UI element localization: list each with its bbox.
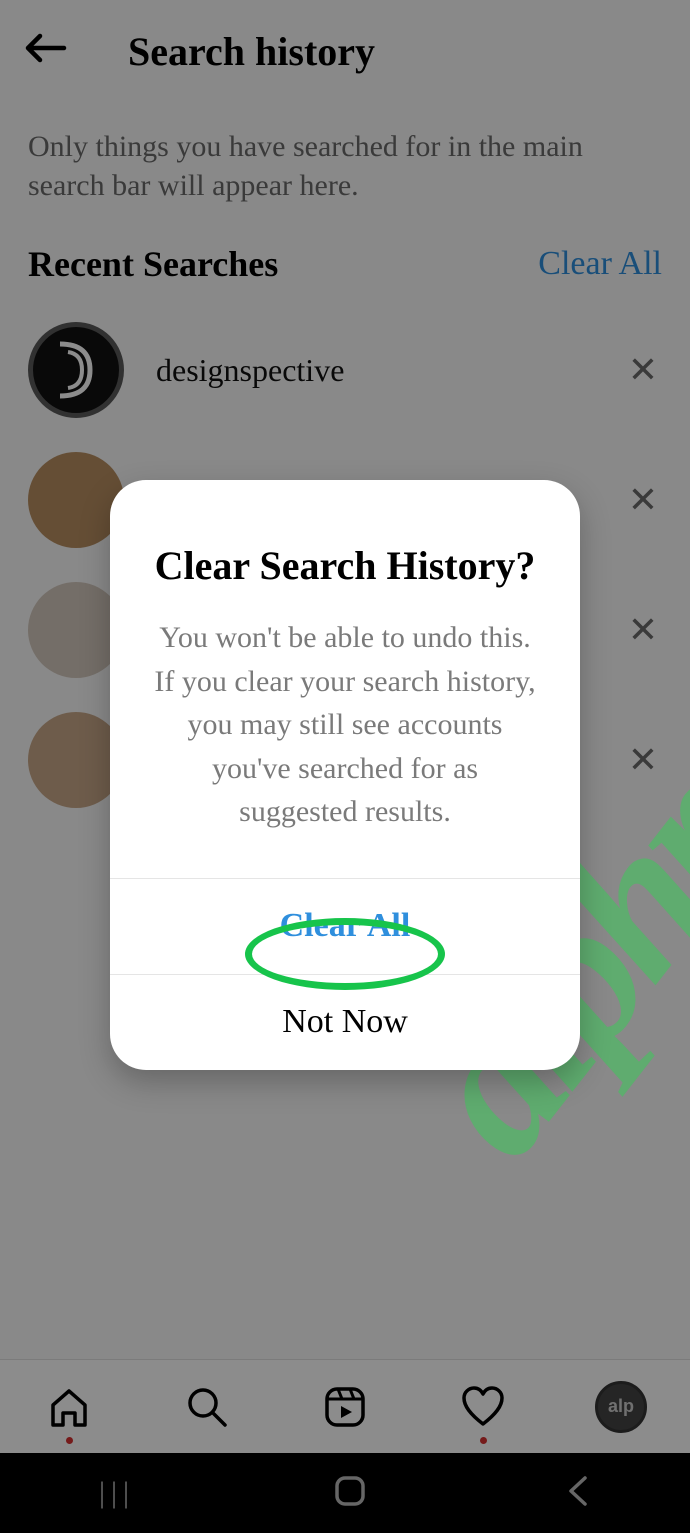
dialog-body: You won't be able to undo this. If you c…: [110, 616, 580, 878]
dialog-not-now-button[interactable]: Not Now: [110, 974, 580, 1070]
dialog-title: Clear Search History?: [110, 480, 580, 616]
dialog-clear-all-button[interactable]: Clear All: [110, 878, 580, 974]
clear-history-dialog: Clear Search History? You won't be able …: [110, 480, 580, 1070]
